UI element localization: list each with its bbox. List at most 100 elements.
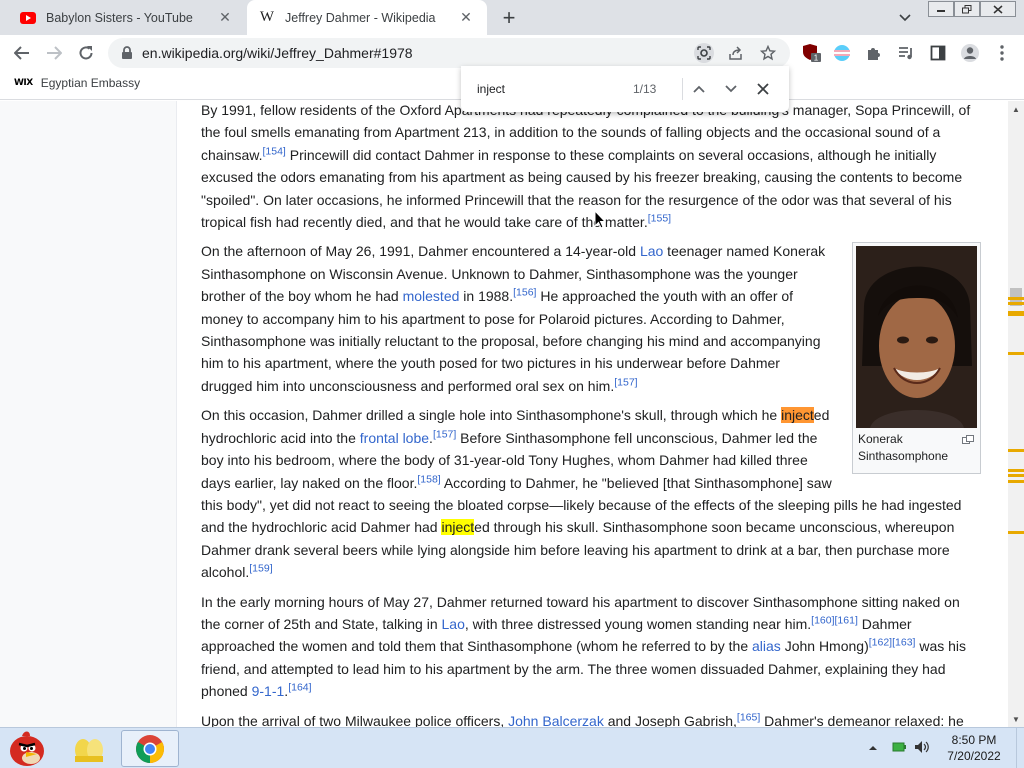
citation-154[interactable]: [154]: [262, 145, 285, 157]
side-panel-icon[interactable]: [928, 43, 948, 63]
bookmark-star-icon[interactable]: [758, 43, 778, 63]
find-result-marker: [1008, 297, 1024, 300]
forward-button[interactable]: [41, 40, 67, 66]
figure-konerak: Konerak Sinthasomphone: [852, 242, 981, 475]
find-match-count: 1/13: [633, 82, 657, 96]
link-911[interactable]: 9-1-1: [252, 683, 285, 699]
citation-165[interactable]: [165]: [737, 711, 760, 723]
close-tab-icon[interactable]: ✕: [457, 9, 475, 27]
figure-caption: Konerak Sinthasomphone: [856, 428, 977, 465]
tab-title: Jeffrey Dahmer - Wikipedia: [285, 10, 436, 25]
find-result-marker: [1008, 469, 1024, 472]
scroll-up-arrow-icon[interactable]: ▲: [1008, 101, 1024, 117]
enlarge-icon[interactable]: [962, 432, 974, 445]
link-frontal-lobe[interactable]: frontal lobe: [360, 430, 429, 446]
find-match: inject: [441, 519, 475, 536]
wikipedia-icon: W: [259, 9, 275, 25]
citation-159[interactable]: [159]: [249, 562, 272, 574]
find-result-marker: [1008, 302, 1024, 305]
google-lens-icon[interactable]: [694, 43, 714, 63]
profile-avatar-icon[interactable]: [960, 43, 980, 63]
find-result-marker: [1008, 313, 1024, 316]
taskbar-app-chrome[interactable]: [121, 730, 179, 767]
citation-162[interactable]: [162]: [869, 637, 892, 649]
bookmark-egyptian-embassy[interactable]: WIX Egyptian Embassy: [14, 76, 140, 90]
youtube-icon: [20, 10, 36, 26]
citation-164[interactable]: [164]: [288, 682, 311, 694]
find-close-button[interactable]: [753, 79, 773, 99]
reload-button[interactable]: [73, 40, 99, 66]
find-divider: [682, 78, 683, 100]
minimize-window-button[interactable]: [928, 1, 954, 17]
folder-figures-icon: [75, 738, 103, 762]
citation-157[interactable]: [157]: [433, 428, 456, 440]
tab-strip: Babylon Sisters - YouTube ✕ W Jeffrey Da…: [0, 0, 1024, 35]
citation-160[interactable]: [160]: [811, 614, 834, 626]
find-result-marker: [1008, 531, 1024, 534]
restore-window-button[interactable]: [954, 1, 980, 17]
url-text: en.wikipedia.org/wiki/Jeffrey_Dahmer#197…: [142, 45, 413, 61]
clock-time: 8:50 PM: [951, 733, 997, 747]
new-tab-button[interactable]: +: [496, 5, 522, 30]
find-bar: inject 1/13: [461, 66, 789, 112]
start-button-angry-bird-icon[interactable]: [4, 730, 50, 767]
extension-badge: 1: [814, 54, 819, 63]
paragraph-police: Upon the arrival of two Milwaukee police…: [201, 710, 964, 727]
citation-155[interactable]: [155]: [648, 212, 671, 224]
citation-156[interactable]: [156]: [513, 287, 536, 299]
find-input[interactable]: inject: [477, 82, 505, 96]
page-viewport: By 1991, fellow residents of the Oxford …: [0, 101, 1008, 727]
link-molested[interactable]: molested: [403, 288, 460, 304]
tab-wikipedia[interactable]: W Jeffrey Dahmer - Wikipedia ✕: [247, 0, 487, 35]
find-result-marker: [1008, 474, 1024, 477]
browser-toolbar: en.wikipedia.org/wiki/Jeffrey_Dahmer#197…: [0, 35, 1024, 70]
find-current-match: inject: [781, 407, 814, 424]
find-result-marker: [1008, 352, 1024, 355]
tab-youtube[interactable]: Babylon Sisters - YouTube ✕: [8, 0, 246, 35]
pride-extension-icon[interactable]: [832, 43, 852, 63]
link-lao[interactable]: Lao: [640, 243, 663, 259]
find-result-marker: [1008, 449, 1024, 452]
extensions-puzzle-icon[interactable]: [864, 43, 884, 63]
citation-161[interactable]: [161]: [835, 614, 858, 626]
link-alias[interactable]: alias: [752, 638, 781, 654]
wikipedia-sidebar: [0, 101, 177, 727]
close-window-button[interactable]: [980, 1, 1016, 17]
article-body: By 1991, fellow residents of the Oxford …: [201, 101, 981, 727]
bookmark-label: Egyptian Embassy: [40, 76, 141, 90]
tab-title: Babylon Sisters - YouTube: [46, 10, 193, 25]
windows-taskbar: 8:50 PM 7/20/2022: [0, 727, 1024, 768]
chrome-menu-icon[interactable]: [992, 43, 1012, 63]
link-lao[interactable]: Lao: [442, 616, 465, 632]
show-hidden-icons-arrow[interactable]: [868, 742, 878, 754]
close-tab-icon[interactable]: ✕: [216, 9, 234, 27]
show-desktop-button[interactable]: [1016, 728, 1024, 768]
battery-icon[interactable]: [892, 741, 906, 756]
citation-157[interactable]: [157]: [614, 376, 637, 388]
clock-date: 7/20/2022: [947, 749, 1001, 763]
lock-icon[interactable]: [120, 46, 134, 60]
chrome-icon: [136, 734, 164, 763]
back-button[interactable]: [9, 40, 35, 66]
ublock-extension-icon[interactable]: 1: [802, 43, 822, 63]
address-bar[interactable]: en.wikipedia.org/wiki/Jeffrey_Dahmer#197…: [108, 38, 790, 68]
share-icon[interactable]: [726, 43, 746, 63]
page-scrollbar[interactable]: ▲ ▼: [1008, 101, 1024, 727]
volume-icon[interactable]: [914, 740, 930, 757]
portrait-photo[interactable]: [856, 246, 977, 429]
citation-163[interactable]: [163]: [892, 637, 915, 649]
mouse-cursor-icon: [594, 209, 607, 230]
paragraph-complaints: By 1991, fellow residents of the Oxford …: [201, 102, 971, 231]
paragraph-morning: In the early morning hours of May 27, Da…: [201, 593, 967, 700]
system-clock[interactable]: 8:50 PM 7/20/2022: [936, 732, 1012, 764]
citation-158[interactable]: [158]: [417, 473, 440, 485]
find-result-marker: [1008, 480, 1024, 483]
wix-icon: WIX: [14, 78, 33, 88]
taskbar-app-explorer[interactable]: [60, 730, 118, 767]
scroll-down-arrow-icon[interactable]: ▼: [1008, 711, 1024, 727]
link-john-balcerzak[interactable]: John Balcerzak: [508, 713, 604, 727]
media-playlist-icon[interactable]: [896, 43, 916, 63]
find-next-button[interactable]: [721, 79, 741, 99]
find-previous-button[interactable]: [689, 79, 709, 99]
tab-search-chevron-icon[interactable]: [896, 9, 914, 27]
